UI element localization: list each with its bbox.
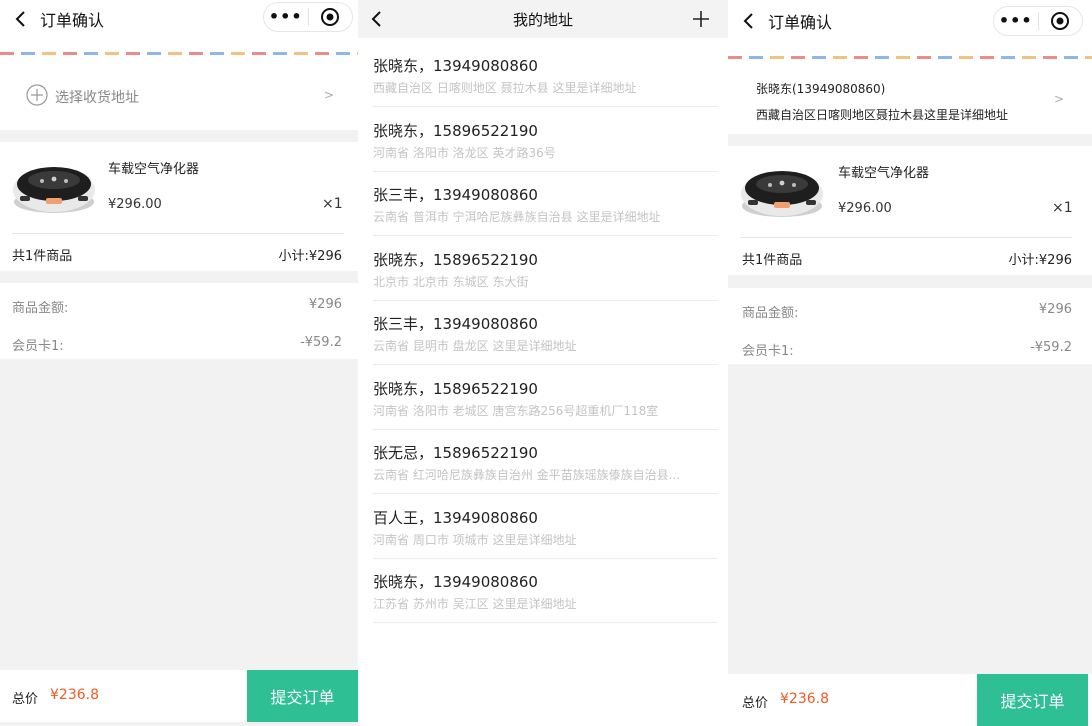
amount-label: 商品金额: bbox=[742, 306, 799, 321]
address-list-item[interactable]: 张三丰，13949080860 云南省 普洱市 宁洱哈尼族彝族自治县 这里是详细地… bbox=[373, 172, 718, 236]
add-icon[interactable] bbox=[692, 10, 710, 28]
address-list-item[interactable]: 张晓东，13949080860 西藏自治区 日喀则地区 聂拉木县 这里是详细地址 bbox=[373, 43, 718, 107]
address-list-item[interactable]: 张三丰，13949080860 云南省 昆明市 盘龙区 这里是详细地址 bbox=[373, 301, 718, 365]
address-list-item[interactable]: 张晓东，13949080860 江苏省 苏州市 吴江区 这里是详细地址 bbox=[373, 559, 718, 623]
divider bbox=[12, 233, 344, 234]
more-icon[interactable]: ••• bbox=[264, 3, 308, 31]
address-list-item[interactable]: 张晓东，15896522190 北京市 北京市 东城区 东大街 bbox=[373, 237, 718, 301]
subtotal: 小计:¥296 bbox=[1008, 253, 1072, 268]
page-title: 订单确认 bbox=[40, 11, 105, 30]
product-name: 车载空气净化器 bbox=[108, 162, 200, 177]
product-image[interactable] bbox=[12, 158, 96, 216]
price-summary: 商品金额: ¥296 会员卡1: -¥59.2 bbox=[0, 283, 358, 359]
address-detail: 云南省 红河哈尼族彝族自治州 金平苗族瑶族傣族自治县... bbox=[373, 468, 681, 482]
more-icon[interactable]: ••• bbox=[994, 7, 1038, 35]
amount-label: 商品金额: bbox=[12, 301, 69, 316]
close-miniprogram-icon[interactable] bbox=[1038, 11, 1082, 31]
capsule-menu: ••• bbox=[993, 6, 1083, 36]
address-list-item[interactable]: 张晓东，15896522190 河南省 洛阳市 洛龙区 英才路36号 bbox=[373, 108, 718, 172]
back-icon[interactable] bbox=[12, 10, 30, 28]
product-name: 车载空气净化器 bbox=[838, 166, 930, 181]
address-section[interactable]: 张晓东(13949080860) 西藏自治区日喀则地区聂拉木县这里是详细地址 > bbox=[728, 42, 1092, 134]
submit-order-button[interactable]: 提交订单 bbox=[977, 674, 1088, 726]
nav-bar: 我的地址 bbox=[358, 0, 728, 38]
address-name-phone: 张三丰，13949080860 bbox=[373, 315, 538, 333]
amount-value: ¥296 bbox=[308, 297, 342, 312]
address-name-phone: 张晓东，15896522190 bbox=[373, 250, 538, 269]
address-name-phone: 张晓东，13949080860 bbox=[373, 573, 538, 591]
address-name-phone: 张晓东，13949080860 bbox=[373, 57, 538, 75]
address-name-phone: 张三丰，13949080860 bbox=[373, 186, 538, 204]
amount-value: ¥296 bbox=[1038, 302, 1072, 317]
bottom-bar: 总价 ¥236.8 提交订单 bbox=[728, 674, 1092, 726]
product-quantity: ×1 bbox=[322, 196, 343, 212]
total-price: ¥236.8 bbox=[50, 687, 99, 703]
airmail-stripe bbox=[0, 52, 358, 55]
address-detail: 江苏省 苏州市 吴江区 这里是详细地址 bbox=[373, 597, 577, 611]
airmail-stripe bbox=[728, 56, 1092, 59]
address-name-phone: 百人王，13949080860 bbox=[373, 508, 538, 527]
address-list-item[interactable]: 张晓东，15896522190 河南省 洛阳市 老城区 唐宫东路256号超重机厂1… bbox=[373, 366, 718, 430]
product-image[interactable] bbox=[740, 162, 824, 220]
capsule-menu: ••• bbox=[263, 2, 353, 32]
member-card-discount: -¥59.2 bbox=[300, 335, 342, 350]
address-name-phone: 张晓东，15896522190 bbox=[373, 121, 538, 140]
product-section: 车载空气净化器 ¥296.00 ×1 共1件商品 小计:¥296 bbox=[0, 142, 358, 271]
chevron-right-icon: > bbox=[324, 88, 335, 102]
member-card-label: 会员卡1: bbox=[12, 339, 64, 354]
address-detail: 云南省 普洱市 宁洱哈尼族彝族自治县 这里是详细地址 bbox=[373, 210, 661, 224]
total-label: 总价 bbox=[742, 696, 769, 711]
address-list-item[interactable]: 百人王，13949080860 河南省 周口市 项城市 这里是详细地址 bbox=[373, 495, 718, 559]
bottom-bar: 总价 ¥236.8 提交订单 bbox=[0, 670, 358, 722]
select-address-label[interactable]: 选择收货地址 bbox=[55, 87, 139, 107]
product-section: 车载空气净化器 ¥296.00 ×1 共1件商品 小计:¥296 bbox=[728, 146, 1092, 275]
address-detail: 西藏自治区 日喀则地区 聂拉木县 这里是详细地址 bbox=[373, 81, 637, 95]
address-section[interactable]: 选择收货地址 > bbox=[0, 38, 358, 130]
address-name-phone: 张晓东，15896522190 bbox=[373, 379, 538, 398]
product-quantity: ×1 bbox=[1052, 200, 1073, 216]
item-count: 共1件商品 bbox=[12, 249, 73, 264]
member-card-label: 会员卡1: bbox=[742, 344, 794, 359]
total-price: ¥236.8 bbox=[780, 691, 829, 707]
divider bbox=[740, 237, 1072, 238]
subtotal: 小计:¥296 bbox=[278, 249, 342, 264]
address-detail: 北京市 北京市 东城区 东大街 bbox=[373, 274, 529, 289]
submit-order-button[interactable]: 提交订单 bbox=[247, 670, 358, 722]
total-label: 总价 bbox=[12, 692, 39, 707]
chevron-right-icon: > bbox=[1054, 92, 1065, 106]
page-title: 我的地址 bbox=[512, 10, 573, 29]
price-summary: 商品金额: ¥296 会员卡1: -¥59.2 bbox=[728, 288, 1092, 364]
address-detail: 河南省 洛阳市 老城区 唐宫东路256号超重机厂118室 bbox=[373, 403, 659, 418]
my-address-screen: 我的地址 张晓东，13949080860 西藏自治区 日喀则地区 聂拉木县 这里是… bbox=[358, 0, 728, 726]
product-price: ¥296.00 bbox=[838, 201, 892, 216]
address-name-phone: 张晓东(13949080860) bbox=[756, 82, 886, 96]
order-confirm-screen-empty: 订单确认 ••• 选择收货地址 > 车载空气净化器 ¥296.00 ×1 共1件… bbox=[0, 0, 358, 726]
address-detail: 云南省 昆明市 盘龙区 这里是详细地址 bbox=[373, 339, 577, 353]
member-card-discount: -¥59.2 bbox=[1030, 340, 1072, 355]
address-list-item[interactable]: 张无忌，15896522190 云南省 红河哈尼族彝族自治州 金平苗族瑶族傣族自治… bbox=[373, 430, 718, 494]
address-detail: 河南省 洛阳市 洛龙区 英才路36号 bbox=[373, 145, 556, 160]
address-detail: 西藏自治区日喀则地区聂拉木县这里是详细地址 bbox=[756, 108, 1009, 122]
add-circle-icon bbox=[26, 84, 48, 106]
close-miniprogram-icon[interactable] bbox=[308, 7, 352, 27]
product-price: ¥296.00 bbox=[108, 197, 162, 212]
page-title: 订单确认 bbox=[768, 13, 833, 32]
order-confirm-screen-filled: 订单确认 ••• 张晓东(13949080860) 西藏自治区日喀则地区聂拉木县… bbox=[728, 0, 1092, 726]
address-name-phone: 张无忌，15896522190 bbox=[373, 444, 538, 462]
item-count: 共1件商品 bbox=[742, 253, 803, 268]
address-detail: 河南省 周口市 项城市 这里是详细地址 bbox=[373, 532, 577, 547]
back-icon[interactable] bbox=[740, 12, 758, 30]
